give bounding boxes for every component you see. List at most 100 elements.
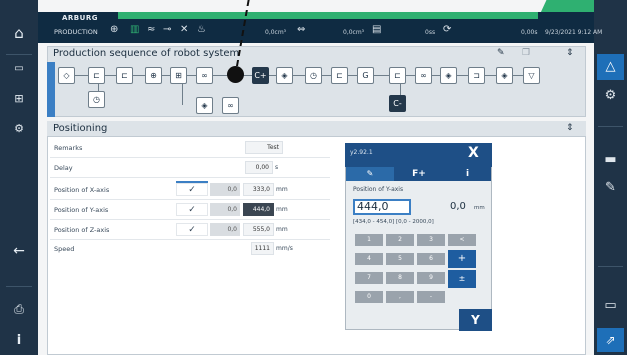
key-sign[interactable]: ± [448, 270, 476, 288]
key-2[interactable]: 2 [386, 234, 414, 246]
brand-logo: ARBURG [62, 14, 98, 22]
right-divider [598, 126, 623, 127]
chevron-up-down-icon[interactable]: ⇕ [566, 123, 574, 133]
key-minus[interactable]: - [417, 291, 445, 303]
key-5[interactable]: 5 [386, 253, 414, 265]
tools-icon[interactable]: ▬ [594, 150, 627, 170]
right-divider [598, 266, 623, 267]
back-icon[interactable]: ← [0, 240, 38, 262]
key-backspace[interactable]: < [448, 234, 476, 246]
gripper-block-1[interactable]: ⊏ [88, 67, 105, 84]
copy-icon[interactable]: ❐ [522, 48, 530, 58]
vacuum-block[interactable]: ⊕ [145, 67, 162, 84]
x-axis-field[interactable]: 333,0 [243, 183, 274, 196]
operating-mode: PRODUCTION [54, 28, 98, 36]
y-axis-unit: mm [276, 206, 288, 213]
z-axis-offset: 0,0 [210, 223, 240, 236]
y-axis-offset: 0,0 [210, 203, 240, 216]
row-divider [50, 199, 330, 200]
chart-icon[interactable]: ▥ [130, 24, 139, 35]
key-3[interactable]: 3 [417, 234, 445, 246]
z-axis-field[interactable]: 555,0 [243, 223, 274, 236]
counter-minus-block[interactable]: C- [389, 95, 406, 112]
delay-label: Delay [54, 164, 73, 172]
y-axis-check[interactable]: ✓ [176, 203, 208, 216]
keypad-input[interactable]: 444,0 [353, 199, 411, 215]
heater-icon[interactable]: ♨ [197, 24, 206, 35]
start-block[interactable]: ◇ [58, 67, 75, 84]
key-0[interactable]: 0 [355, 291, 383, 303]
delay-field[interactable]: 0,00 [245, 161, 273, 174]
tab-function[interactable]: F+ [395, 167, 443, 181]
cylinder-icon[interactable]: ⊸ [163, 24, 171, 35]
key-1[interactable]: 1 [355, 234, 383, 246]
key-7[interactable]: 7 [355, 272, 383, 284]
position-block-2[interactable]: ∞ [415, 67, 432, 84]
settings-icon[interactable]: ⚙ [594, 86, 627, 106]
x-axis-label: Position of X-axis [54, 186, 110, 194]
key-9[interactable]: 9 [417, 272, 445, 284]
sequence-scroll-handle[interactable] [47, 62, 55, 117]
branch-block-3[interactable]: ◈ [496, 67, 513, 84]
speed-label: Speed [54, 245, 75, 253]
z-axis-label: Position of Z-axis [54, 226, 110, 234]
counter-plus-block[interactable]: C+ [252, 67, 269, 84]
z-axis-check[interactable]: ✓ [176, 223, 208, 236]
info-icon[interactable]: i [444, 167, 491, 181]
axis-icon[interactable]: △ [597, 54, 624, 80]
key-4[interactable]: 4 [355, 253, 383, 265]
speed-field[interactable]: 1111 [251, 242, 274, 255]
branch-block-1[interactable]: ◈ [276, 67, 293, 84]
dosing-icon[interactable]: ▤ [372, 24, 381, 35]
chevron-up-down-icon[interactable]: ⇕ [566, 48, 574, 58]
axis-block-1[interactable]: ⊞ [170, 67, 187, 84]
menu-icon[interactable]: ▭ [0, 58, 38, 80]
tool-icon[interactable]: ✕ [180, 24, 188, 35]
print-icon[interactable]: ⎙ [0, 298, 38, 320]
close-icon[interactable]: X [468, 145, 479, 161]
sequence-icon[interactable]: ⊞ [0, 88, 38, 110]
screen-icon[interactable]: ▭ [594, 296, 627, 316]
y-axis-field[interactable]: 444,0 [243, 203, 274, 216]
robot-icon[interactable]: ⚙ [0, 118, 38, 140]
key-plus[interactable]: + [448, 250, 476, 268]
key-comma[interactable]: , [386, 291, 414, 303]
globe-icon[interactable]: ⊕ [110, 24, 118, 35]
pencil-icon[interactable]: ✎ [346, 167, 394, 181]
key-8[interactable]: 8 [386, 272, 414, 284]
place-block[interactable]: ⊐ [468, 67, 485, 84]
status-value-a: 0,0cm³ [265, 29, 287, 36]
row-divider [50, 157, 330, 158]
branch-block-2[interactable]: ◈ [440, 67, 457, 84]
branch-block-4[interactable]: ◈ [196, 97, 213, 114]
wait-block-2[interactable]: ◷ [88, 91, 105, 108]
status-value-c: 0ss [425, 29, 436, 36]
end-block[interactable]: ▽ [523, 67, 540, 84]
keypad-range: [434,0 - 454,0] [0,0 - 2000,0] [353, 219, 434, 225]
gripper-block-4[interactable]: ⊏ [389, 67, 406, 84]
signal-icon[interactable]: ≈ [147, 24, 155, 35]
remarks-label: Remarks [54, 144, 83, 152]
pencil-icon[interactable]: ✎ [497, 48, 505, 58]
row-divider [50, 239, 330, 240]
position-block-1[interactable]: ∞ [196, 67, 213, 84]
export-icon[interactable]: ⇗ [597, 328, 624, 352]
position-block-3[interactable]: ∞ [222, 97, 239, 114]
x-axis-check[interactable]: ✓ [176, 183, 208, 196]
signal-block[interactable]: G [357, 67, 374, 84]
cycle-icon[interactable]: ⟳ [443, 24, 451, 35]
info-icon[interactable]: i [0, 330, 38, 352]
wait-block-1[interactable]: ◷ [305, 67, 322, 84]
remarks-field[interactable]: Test [245, 141, 283, 154]
status-value-b: 0,0cm³ [343, 29, 365, 36]
sequence-title: Production sequence of robot system [53, 48, 240, 59]
confirm-button[interactable]: Y [459, 309, 492, 331]
status-value-d: 0,00s [521, 29, 538, 36]
key-6[interactable]: 6 [417, 253, 445, 265]
injection-icon[interactable]: ⇔ [297, 24, 305, 35]
date-time: 9/23/2021 9:12 AM [545, 29, 603, 36]
gripper-block-3[interactable]: ⊏ [331, 67, 348, 84]
home-icon[interactable]: ⌂ [0, 22, 38, 44]
gripper-block-2[interactable]: ⊏ [116, 67, 133, 84]
edit-icon[interactable]: ✎ [594, 178, 627, 198]
